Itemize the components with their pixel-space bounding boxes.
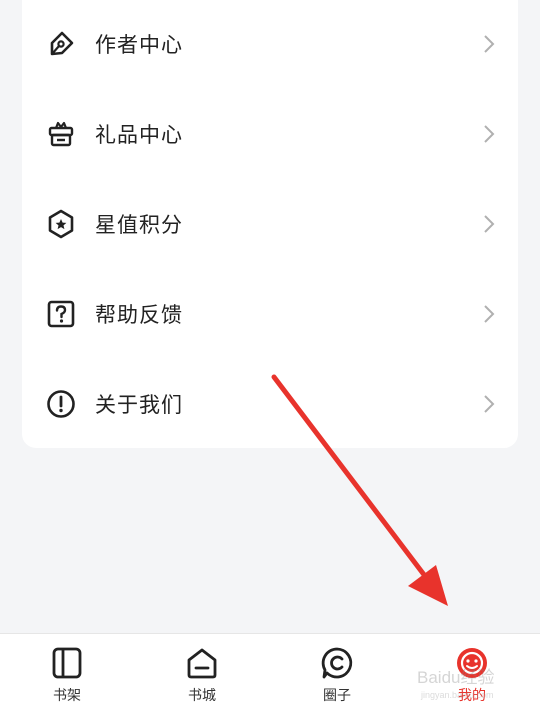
bookstore-icon xyxy=(187,648,217,679)
watermark-text: Baidu经验 xyxy=(417,668,494,687)
menu-item-label: 星值积分 xyxy=(95,213,183,237)
chevron-right-icon xyxy=(484,215,495,233)
bookshelf-icon xyxy=(52,647,82,679)
chevron-right-icon xyxy=(484,35,495,53)
menu-item-star-points[interactable]: 星值积分 xyxy=(22,179,518,269)
baidu-jingyan-watermark: Baidu经验 jingyan.baidu.com xyxy=(417,668,494,700)
chevron-right-icon xyxy=(484,125,495,143)
chevron-right-icon xyxy=(484,305,495,323)
tab-label: 书城 xyxy=(188,688,216,704)
settings-menu-card: 作者中心 礼品中心 星值积分 帮助反馈 关于我们 xyxy=(22,0,518,448)
menu-item-label: 帮助反馈 xyxy=(95,303,183,327)
menu-item-help-feedback[interactable]: 帮助反馈 xyxy=(22,269,518,359)
info-circle-icon xyxy=(47,390,75,418)
chevron-right-icon xyxy=(484,395,495,413)
tab-bookstore[interactable]: 书城 xyxy=(152,634,252,710)
menu-item-about-us[interactable]: 关于我们 xyxy=(22,359,518,449)
menu-item-author-center[interactable]: 作者中心 xyxy=(22,0,518,89)
question-square-icon xyxy=(47,300,75,328)
tab-label: 圈子 xyxy=(323,688,351,704)
gift-box-icon xyxy=(48,121,74,147)
tab-label: 书架 xyxy=(53,688,81,704)
tab-bookshelf[interactable]: 书架 xyxy=(17,634,117,710)
menu-item-gift-center[interactable]: 礼品中心 xyxy=(22,89,518,179)
watermark-subtext: jingyan.baidu.com xyxy=(420,690,494,700)
circle-chat-icon xyxy=(321,647,353,679)
tab-circle[interactable]: 圈子 xyxy=(287,634,387,710)
pen-edit-icon xyxy=(50,31,74,56)
star-hexagon-icon xyxy=(48,209,74,239)
menu-item-label: 关于我们 xyxy=(95,393,183,417)
menu-item-label: 作者中心 xyxy=(95,33,183,57)
menu-item-label: 礼品中心 xyxy=(95,123,183,147)
